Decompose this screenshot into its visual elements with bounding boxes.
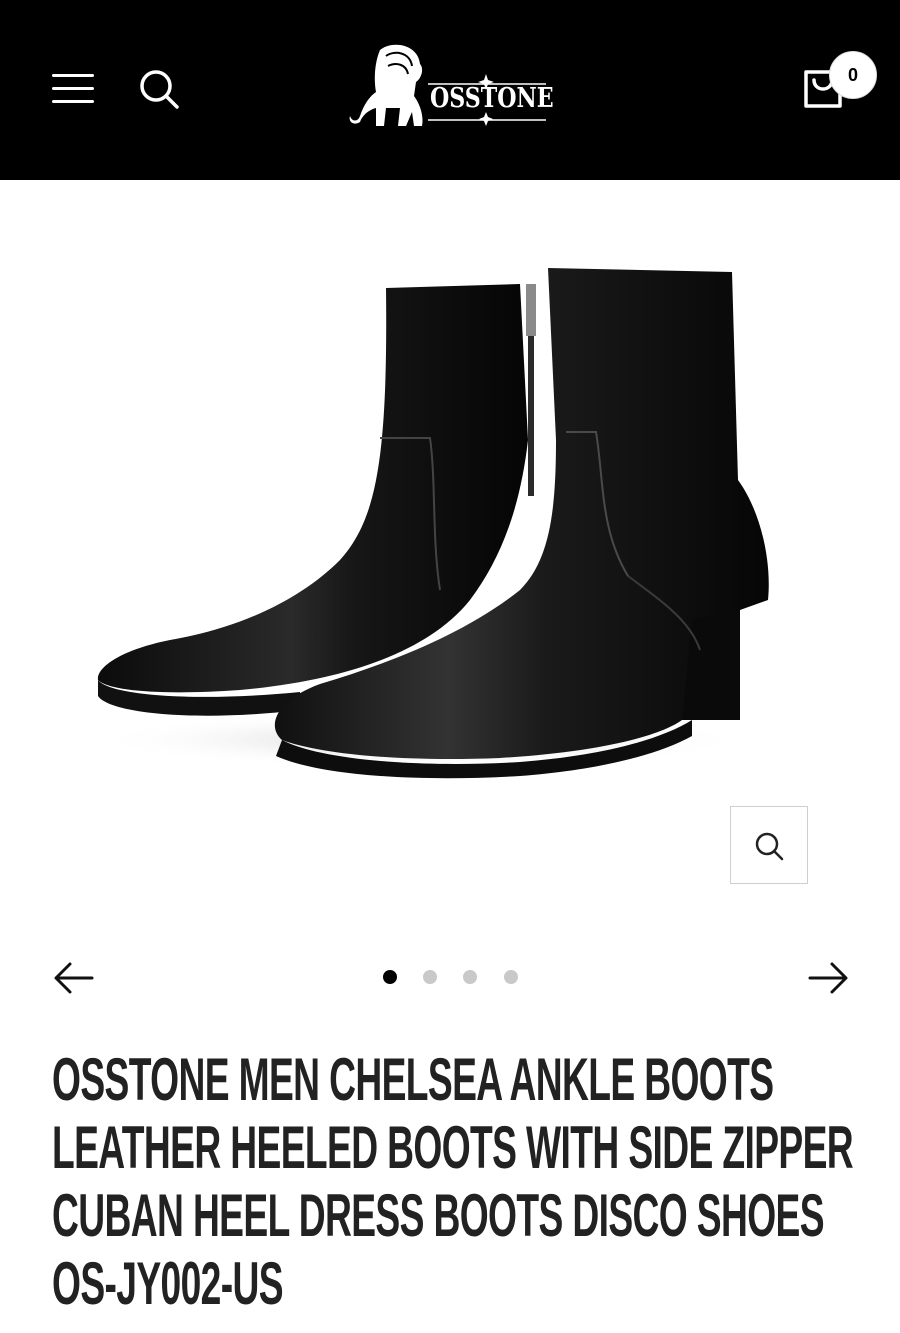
cart-count-badge: 0 [829,51,877,99]
product-title: OSSTONE MEN CHELSEA ANKLE BOOTS LEATHER … [52,1046,854,1317]
zoom-button[interactable] [730,806,808,884]
menu-button[interactable] [52,70,96,106]
pagination-dot[interactable] [423,970,437,984]
pagination-dot[interactable] [463,970,477,984]
hamburger-icon-bar [52,100,94,103]
site-header: OSSTONE 0 [0,0,900,180]
product-image[interactable] [0,180,900,900]
brand-name: OSSTONE [430,83,554,114]
pagination-dot[interactable] [383,970,397,984]
arrow-right-icon [808,962,848,994]
ankle-boots-image [90,268,769,779]
hamburger-icon-bar [52,74,94,77]
search-icon [140,70,179,109]
pagination-dot[interactable] [504,970,518,984]
hamburger-icon-bar [52,87,94,90]
arrow-left-icon [54,962,94,994]
zoom-icon [755,832,784,861]
lion-logo-icon [349,44,423,126]
previous-image-button[interactable] [52,958,96,998]
next-image-button[interactable] [806,958,850,998]
search-button[interactable] [136,66,182,112]
image-pagination [378,970,528,986]
